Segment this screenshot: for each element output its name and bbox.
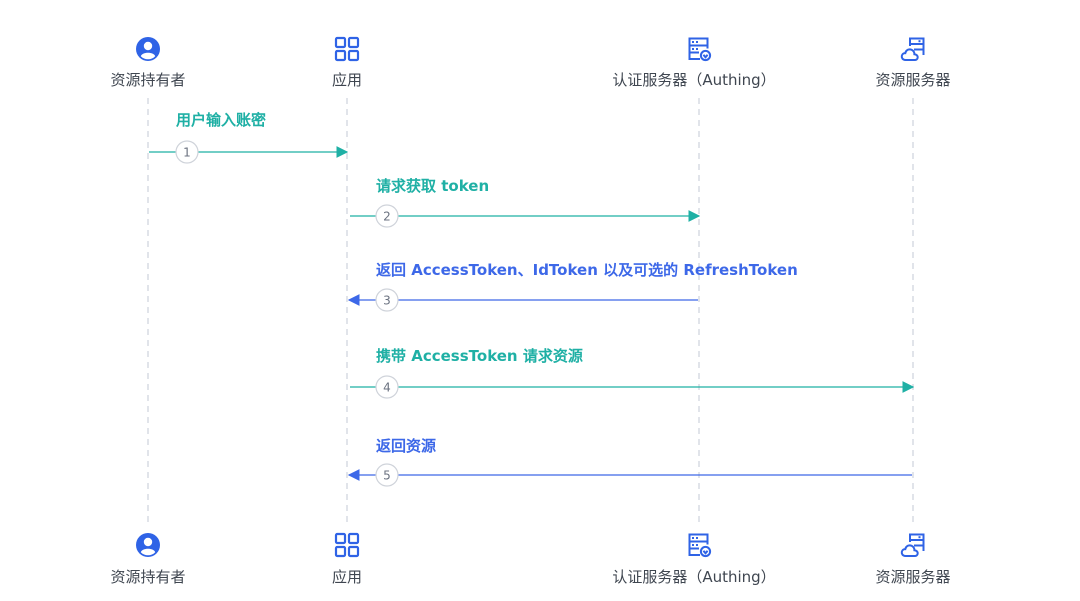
cloud-server-icon [900,533,925,557]
message-5: 返回资源 5 [347,437,912,487]
actor-owner-bottom: 资源持有者 [110,533,186,586]
message-4: 携带 AccessToken 请求资源 4 [350,347,915,399]
actor-row-bottom: 资源持有者 应用 认证服务器（Authing） 资源服务器 [110,532,951,586]
message-2: 请求获取 token 2 [350,177,701,228]
auth-server-icon [688,37,712,62]
actor-label: 认证服务器（Authing） [612,71,775,89]
actor-label: 资源服务器 [875,568,950,586]
actor-label: 资源持有者 [110,71,185,89]
actor-label: 资源服务器 [875,71,950,89]
step-number: 2 [383,210,391,224]
apps-grid-icon [334,532,360,558]
actor-owner-top: 资源持有者 [110,37,186,89]
lifelines [147,98,914,522]
step-number: 4 [383,381,391,395]
message-label: 携带 AccessToken 请求资源 [376,347,583,365]
message-label: 用户输入账密 [176,111,266,129]
message-label: 返回资源 [376,437,436,455]
actor-row-top: 资源持有者 应用 认证服务器（Authing） 资源服务器 [110,36,951,89]
actor-label: 应用 [332,71,362,89]
step-number: 3 [383,294,391,308]
step-number: 1 [183,146,191,160]
sequence-diagram: 资源持有者 应用 认证服务器（Authing） 资源服务器 资源持有者 应用 认… [110,36,951,586]
apps-grid-icon [334,36,360,62]
message-3: 返回 AccessToken、IdToken 以及可选的 RefreshToke… [347,261,798,312]
message-1: 用户输入账密 1 [149,111,349,164]
actor-resource-bottom: 资源服务器 [875,533,951,586]
user-icon [136,533,160,557]
step-number: 5 [383,469,391,483]
actor-auth-top: 认证服务器（Authing） [612,37,776,89]
actor-auth-bottom: 认证服务器（Authing） [612,533,776,586]
actor-app-top: 应用 [332,36,362,89]
auth-server-icon [688,533,712,558]
actor-app-bottom: 应用 [332,532,362,586]
actor-resource-top: 资源服务器 [875,37,951,89]
actor-label: 认证服务器（Authing） [612,568,775,586]
message-label: 返回 AccessToken、IdToken 以及可选的 RefreshToke… [376,261,798,279]
actor-label: 应用 [332,568,362,586]
user-icon [136,37,160,61]
cloud-server-icon [900,37,925,61]
message-label: 请求获取 token [376,177,489,195]
actor-label: 资源持有者 [110,568,185,586]
